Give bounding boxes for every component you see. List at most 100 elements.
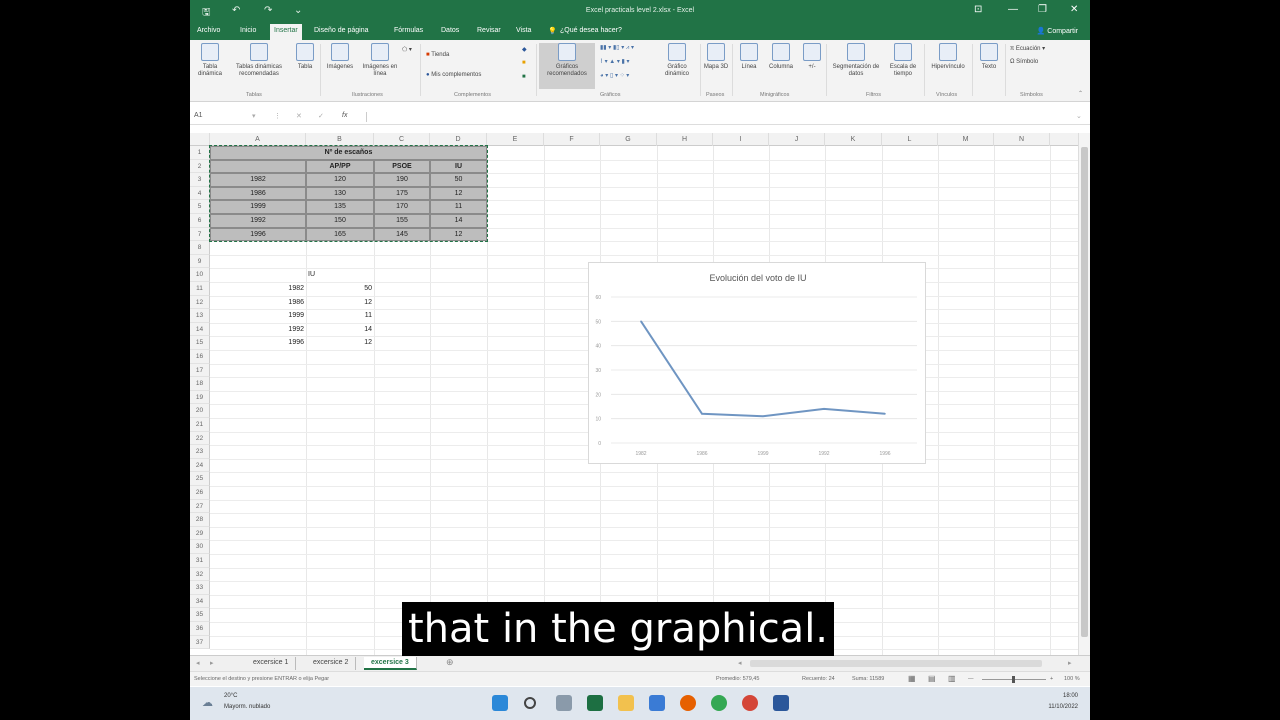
- sparkline-winloss-button[interactable]: +/-: [800, 43, 824, 71]
- row-header[interactable]: 23: [190, 445, 210, 459]
- text-button[interactable]: Texto: [975, 43, 1003, 71]
- weather-temp[interactable]: 20°C: [224, 693, 237, 699]
- shapes-icon[interactable]: ⬠ ▾: [402, 46, 412, 53]
- cloud-icon[interactable]: ☁: [202, 696, 213, 709]
- next-sheet-icon[interactable]: ▸: [210, 659, 214, 667]
- iu-value-cell[interactable]: 12: [306, 339, 372, 346]
- select-all-corner[interactable]: [190, 133, 210, 146]
- row-header[interactable]: 20: [190, 404, 210, 418]
- hyperlink-button[interactable]: Hipervínculo: [926, 43, 970, 71]
- row-header[interactable]: 35: [190, 608, 210, 622]
- normal-view-icon[interactable]: ▦: [908, 674, 916, 683]
- row-header[interactable]: 24: [190, 458, 210, 473]
- symbol-button[interactable]: Ω Símbolo: [1010, 59, 1038, 65]
- collapse-ribbon-icon[interactable]: ⌃: [1078, 90, 1083, 97]
- word-taskbar-icon[interactable]: [773, 695, 789, 711]
- column-header[interactable]: N: [994, 133, 1050, 146]
- column-header[interactable]: F: [544, 133, 600, 146]
- name-box[interactable]: A1: [194, 112, 260, 119]
- insert-function-icon[interactable]: fx: [342, 112, 347, 119]
- row-header[interactable]: 15: [190, 336, 210, 350]
- row-header[interactable]: 22: [190, 431, 210, 446]
- page-break-icon[interactable]: ▥: [948, 674, 956, 683]
- map-3d-button[interactable]: Mapa 3D: [702, 43, 730, 71]
- iu-value-cell[interactable]: 11: [306, 312, 372, 319]
- visio-icon[interactable]: ■: [522, 74, 526, 80]
- tell-me-input[interactable]: ¿Qué desea hacer?: [560, 27, 622, 34]
- tab-formulas[interactable]: Fórmulas: [394, 27, 423, 34]
- iu-value-cell[interactable]: 14: [306, 326, 372, 333]
- row-header[interactable]: 10: [190, 268, 210, 282]
- sheet-tab-2[interactable]: excersice 2: [306, 657, 357, 670]
- clock-time[interactable]: 18:00: [1063, 693, 1078, 699]
- row-header[interactable]: 17: [190, 363, 210, 378]
- column-header[interactable]: M: [938, 133, 994, 146]
- online-images-button[interactable]: Imágenes en línea: [360, 43, 400, 78]
- iu-year-cell[interactable]: 1996: [210, 339, 304, 346]
- row-header[interactable]: 7: [190, 227, 210, 242]
- row-header[interactable]: 1: [190, 146, 210, 160]
- iu-year-cell[interactable]: 1999: [210, 312, 304, 319]
- row-header[interactable]: 13: [190, 309, 210, 323]
- row-header[interactable]: 12: [190, 295, 210, 310]
- cancel-icon[interactable]: ✕: [296, 112, 302, 120]
- column-header[interactable]: I: [713, 133, 769, 146]
- share-button[interactable]: 👤 Compartir: [1037, 27, 1078, 35]
- file-explorer-icon[interactable]: [618, 695, 634, 711]
- row-header[interactable]: 21: [190, 418, 210, 432]
- row-header[interactable]: 31: [190, 554, 210, 568]
- row-header[interactable]: 4: [190, 186, 210, 201]
- hscroll-right-icon[interactable]: ▸: [1068, 659, 1072, 667]
- weather-desc[interactable]: Mayorm. nublado: [224, 704, 270, 710]
- row-header[interactable]: 29: [190, 526, 210, 541]
- page-layout-icon[interactable]: ▤: [928, 674, 936, 683]
- row-header[interactable]: 14: [190, 322, 210, 337]
- pivot-table-button[interactable]: Tabla dinámica: [192, 43, 228, 78]
- store-button[interactable]: ■ Tienda: [426, 52, 449, 58]
- store-taskbar-icon[interactable]: [649, 695, 665, 711]
- search-icon[interactable]: [524, 697, 536, 709]
- iu-value-cell[interactable]: 12: [306, 299, 372, 306]
- excel-taskbar-icon[interactable]: [587, 695, 603, 711]
- enter-icon[interactable]: ✓: [318, 112, 324, 120]
- tab-inicio[interactable]: Inicio: [240, 27, 256, 34]
- sparkline-line-button[interactable]: Línea: [735, 43, 763, 71]
- row-header[interactable]: 34: [190, 594, 210, 609]
- people-graph-icon[interactable]: ■: [522, 60, 526, 66]
- minimize-icon[interactable]: —: [1008, 4, 1018, 15]
- row-header[interactable]: 36: [190, 622, 210, 636]
- clock-date[interactable]: 11/10/2022: [1048, 704, 1078, 710]
- maximize-icon[interactable]: ❐: [1038, 4, 1047, 15]
- timeline-button[interactable]: Escala de tiempo: [884, 43, 922, 78]
- pivot-chart-button[interactable]: Gráfico dinámico: [656, 43, 698, 78]
- column-header[interactable]: K: [825, 133, 882, 146]
- close-icon[interactable]: ✕: [1070, 4, 1078, 15]
- tab-diseno-pagina[interactable]: Diseño de página: [314, 27, 369, 34]
- chrome-profile-icon[interactable]: [742, 695, 758, 711]
- zoom-out-icon[interactable]: —: [968, 676, 974, 682]
- bing-icon[interactable]: ◆: [522, 46, 527, 53]
- sheet-tab-3[interactable]: excersice 3: [364, 657, 417, 670]
- chrome-icon[interactable]: [711, 695, 727, 711]
- ribbon-options-icon[interactable]: ⊡: [974, 4, 982, 15]
- slicer-button[interactable]: Segmentación de datos: [828, 43, 884, 78]
- iu-year-cell[interactable]: 1982: [210, 285, 304, 292]
- zoom-level[interactable]: 100 %: [1064, 676, 1080, 682]
- tab-archivo[interactable]: Archivo: [197, 27, 220, 34]
- column-header[interactable]: J: [769, 133, 825, 146]
- recommended-charts-button[interactable]: Gráficos recomendados: [539, 43, 595, 89]
- column-header[interactable]: E: [487, 133, 544, 146]
- row-header[interactable]: 2: [190, 159, 210, 174]
- line-chart[interactable]: Evolución del voto de IU 0 10 20 30 40 50 60 1…: [588, 262, 926, 464]
- sheet-tab-1[interactable]: excersice 1: [246, 657, 297, 670]
- row-header[interactable]: 11: [190, 282, 210, 296]
- tab-revisar[interactable]: Revisar: [477, 27, 501, 34]
- row-header[interactable]: 19: [190, 390, 210, 405]
- vertical-scroll-thumb[interactable]: [1081, 147, 1088, 637]
- line-chart-icon[interactable]: ⌇ ▾ ▲ ▾ ▮ ▾: [600, 58, 630, 65]
- row-header[interactable]: 8: [190, 241, 210, 255]
- new-sheet-icon[interactable]: ⊕: [446, 657, 454, 668]
- zoom-in-icon[interactable]: +: [1050, 676, 1053, 682]
- column-header[interactable]: H: [657, 133, 713, 146]
- expand-formula-icon[interactable]: ⌄: [1076, 112, 1082, 120]
